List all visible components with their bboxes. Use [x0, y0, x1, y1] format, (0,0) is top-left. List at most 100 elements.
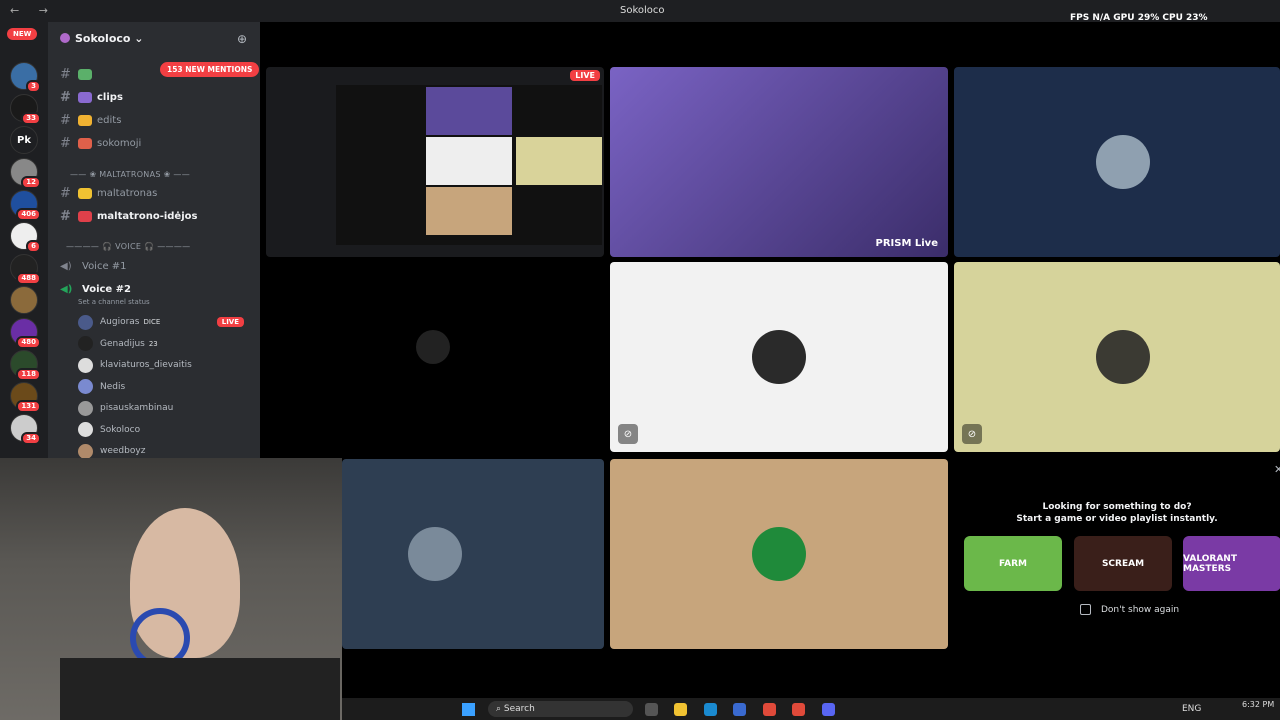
participant-tile[interactable]	[342, 459, 604, 649]
unread-badge: 480	[16, 336, 41, 349]
avatar	[78, 400, 93, 416]
avatar	[78, 314, 93, 330]
participant-tile[interactable]: ⊘	[610, 262, 948, 452]
channel-sidebar: Sokoloco ⌄ ⊕ # 153 NEW MENTIONS # clips #…	[48, 22, 260, 458]
deafened-icon: ⊘	[962, 424, 982, 444]
channel-sokomoji[interactable]: # sokomoji	[60, 133, 250, 153]
server-icon[interactable]: 118	[10, 350, 41, 381]
server-icon[interactable]: 6	[10, 222, 41, 253]
unread-badge: 131	[16, 400, 41, 413]
server-icon[interactable]: 34	[10, 414, 41, 445]
language-indicator[interactable]: ENG	[1182, 704, 1201, 714]
live-badge: LIVE	[570, 70, 600, 81]
close-icon[interactable]: ✕	[1274, 463, 1280, 476]
server-icon[interactable]: 12	[10, 158, 41, 189]
chrome-icon[interactable]	[792, 703, 805, 716]
avatar	[408, 527, 462, 581]
member-name: Nedis	[100, 381, 126, 392]
unread-badge: 488	[16, 272, 41, 285]
game-card-scream[interactable]: SCREAM	[1074, 536, 1172, 591]
dont-show-checkbox[interactable]: Don't show again	[1080, 604, 1179, 615]
participant-tile[interactable]	[266, 262, 604, 452]
discord-icon[interactable]	[822, 703, 835, 716]
unread-badge: 12	[21, 176, 41, 189]
participant-tile[interactable]	[954, 67, 1280, 257]
webcam-overlay	[0, 458, 342, 720]
voice-member[interactable]: pisauskambinau	[78, 398, 250, 418]
avatar	[78, 443, 93, 458]
voice-channel-2[interactable]: ◀) Voice #2	[60, 279, 250, 299]
add-member-icon[interactable]: ⊕	[237, 32, 247, 46]
member-name: klaviaturos_dievaitis	[100, 360, 192, 370]
member-tag: DICE	[143, 318, 161, 326]
screenshare-tile[interactable]: LIVE	[266, 67, 604, 257]
voice-member[interactable]: klaviaturos_dievaitis	[78, 355, 250, 375]
member-name: Genadijus	[100, 338, 145, 349]
window-title: Sokoloco	[620, 5, 665, 16]
mentions-pill[interactable]: 153 NEW MENTIONS	[160, 62, 260, 77]
streamer-body	[60, 658, 340, 720]
voice-member[interactable]: Augioras DICE LIVE	[78, 312, 250, 332]
category-maltatronas[interactable]: —— ❀ MALTATRONAS ❀ ——	[70, 170, 190, 179]
member-name: Augioras	[100, 317, 140, 327]
channel-maltatrono-idejos[interactable]: # maltatrono-idėjos	[60, 206, 250, 226]
screenshare-thumb	[426, 187, 512, 235]
screenshare-thumb	[516, 137, 602, 185]
server-icon[interactable]: 488	[10, 254, 41, 285]
avatar	[752, 330, 806, 384]
server-name[interactable]: Sokoloco ⌄	[60, 32, 144, 45]
search-icon: ⌕	[496, 704, 504, 714]
server-icon[interactable]: 406	[10, 190, 41, 221]
taskbar: ⌕ Search ENG 6:32 PM	[342, 698, 1280, 720]
channel-edits[interactable]: # edits	[60, 110, 250, 130]
participant-tile[interactable]: ⊘	[954, 262, 1280, 452]
clock[interactable]: 6:32 PM	[1242, 700, 1274, 709]
new-pill[interactable]: NEW	[7, 28, 38, 40]
nav-arrows[interactable]: ← →	[10, 4, 56, 17]
avatar	[78, 357, 93, 373]
screenshare-thumb	[426, 87, 512, 135]
avatar	[1096, 135, 1150, 189]
member-name: pisauskambinau	[100, 403, 174, 413]
edge-icon[interactable]	[704, 703, 717, 716]
voice-channel-1[interactable]: ◀) Voice #1	[60, 256, 250, 276]
screenshare-thumb	[426, 137, 512, 185]
voice-member[interactable]: Sokoloco	[78, 420, 250, 440]
chrome-icon[interactable]	[763, 703, 776, 716]
prism-watermark: PRISM Live	[875, 238, 939, 249]
task-view-icon[interactable]	[645, 703, 658, 716]
voice-member[interactable]: weedboyz	[78, 441, 250, 458]
server-icon[interactable]: 480	[10, 318, 41, 349]
checkbox[interactable]	[1080, 604, 1091, 615]
hash-icon: #	[60, 208, 71, 224]
server-icon[interactable]: Pk	[10, 126, 38, 154]
server-icon[interactable]: 3	[10, 62, 41, 93]
voice-member[interactable]: Nedis	[78, 377, 250, 397]
channel-emoji-icon	[78, 187, 92, 199]
channel-clips[interactable]: # clips	[60, 87, 250, 107]
unread-badge: 118	[16, 368, 41, 381]
server-icon[interactable]: 131	[10, 382, 41, 413]
channel-emoji-icon	[78, 114, 92, 126]
member-name: Sokoloco	[100, 424, 141, 435]
avatar	[78, 336, 93, 351]
category-voice[interactable]: ———— 🎧 VOICE 🎧 ————	[66, 242, 190, 251]
participant-tile[interactable]	[610, 459, 948, 649]
speaker-icon: ◀)	[60, 260, 72, 272]
hash-icon: #	[60, 112, 71, 128]
hash-icon: #	[60, 185, 71, 201]
channel-maltatronas[interactable]: # maltatronas	[60, 183, 250, 203]
game-card-valorant[interactable]: VALORANT MASTERS	[1183, 536, 1280, 591]
server-icon[interactable]: 33	[10, 94, 41, 125]
file-explorer-icon[interactable]	[674, 703, 687, 716]
game-card-farm[interactable]: FARM	[964, 536, 1062, 591]
speaker-icon: ◀)	[60, 283, 73, 295]
store-icon[interactable]	[733, 703, 746, 716]
camera-tile[interactable]: PRISM Live	[610, 67, 948, 257]
taskbar-search[interactable]: ⌕ Search	[488, 701, 633, 717]
server-icon[interactable]	[10, 286, 38, 314]
channel-emoji-icon	[78, 68, 92, 80]
channel-status[interactable]: Set a channel status	[78, 298, 150, 306]
voice-member[interactable]: Genadijus 23	[78, 334, 250, 354]
windows-start-icon[interactable]	[462, 703, 475, 716]
